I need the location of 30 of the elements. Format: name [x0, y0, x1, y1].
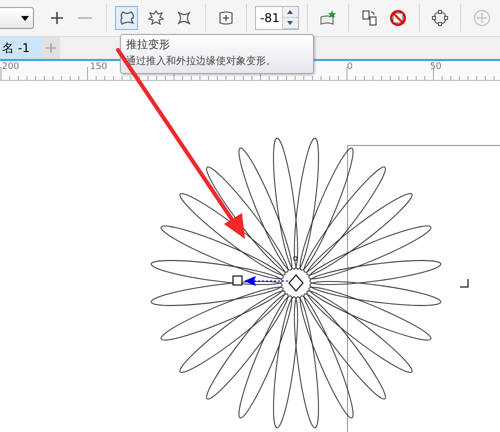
- down-icon: [287, 21, 294, 25]
- add-new-distortion-icon: [319, 9, 337, 27]
- clear-distortion-icon: [389, 9, 408, 27]
- amplitude-field[interactable]: -81: [255, 6, 299, 30]
- ruler-label: 200: [2, 62, 20, 72]
- caret-icon: [21, 16, 30, 20]
- twister-icon: [175, 9, 194, 27]
- document-tab[interactable]: 名 -1: [0, 37, 42, 59]
- center-distortion-icon: [216, 9, 235, 27]
- up-icon: [287, 10, 294, 14]
- center-handle[interactable]: [288, 274, 304, 292]
- plus-icon: [45, 42, 57, 54]
- ruler-label: 50: [430, 62, 442, 72]
- direction-arrow: [244, 276, 290, 286]
- spin-up-button[interactable]: [282, 7, 298, 18]
- anchor-point: [294, 256, 298, 260]
- node-circle-icon: [430, 9, 449, 27]
- plus-circle-icon: [472, 9, 491, 27]
- zipper-icon: [146, 9, 164, 27]
- distortion-handle[interactable]: [232, 276, 242, 286]
- ruler-label: 0: [347, 62, 353, 72]
- toolbar-button[interactable]: [115, 6, 138, 30]
- copy-properties-icon: [360, 9, 379, 27]
- spin-down-button[interactable]: [282, 18, 298, 29]
- dropdown[interactable]: [0, 7, 34, 29]
- corner-mark: [460, 278, 468, 288]
- tooltip-title: 推拉变形: [126, 38, 171, 52]
- push-pull-icon: [118, 9, 136, 27]
- minus-icon: [78, 17, 92, 19]
- ruler-label: 150: [90, 62, 108, 72]
